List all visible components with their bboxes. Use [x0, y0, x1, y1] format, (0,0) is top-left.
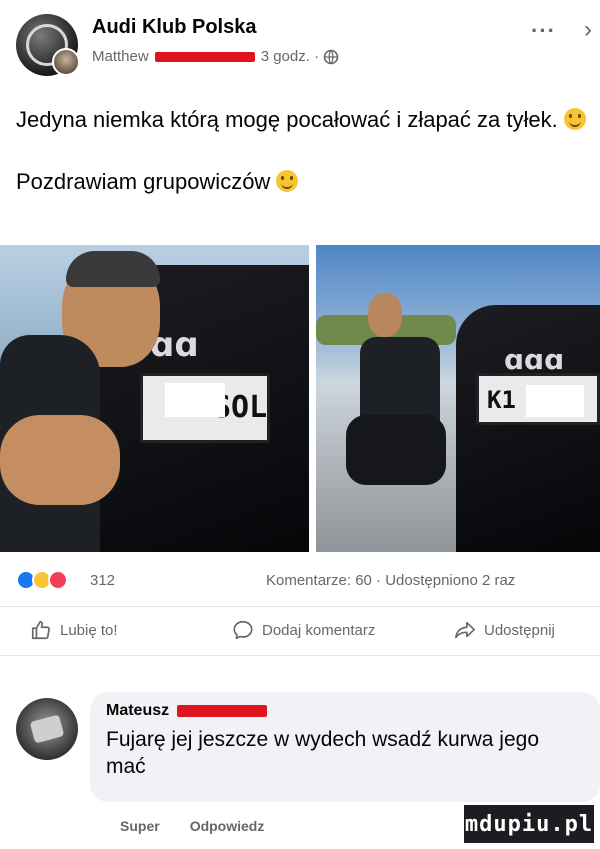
man-legs-right [346, 415, 446, 485]
more-options-button[interactable]: ··· [531, 18, 556, 44]
comment-links: Super Odpowiedz [120, 818, 264, 834]
commenter-redaction [177, 705, 268, 717]
grinning-emoji-icon [276, 170, 299, 192]
comment-icon [233, 620, 253, 640]
post-text-line1: Jedyna niemka którą mogę pocałować i zła… [16, 104, 586, 136]
post-text-line2: Pozdrawiam grupowiczów [16, 166, 586, 198]
reaction-count[interactable]: 312 [90, 572, 115, 589]
reply-link[interactable]: Odpowiedz [190, 818, 265, 834]
comment-text: Fujarę jej jeszcze w wydech wsadź kurwa … [106, 728, 540, 778]
post-header: Audi Klub Polska Matthew 3 godz. · ··· › [16, 12, 592, 76]
man-body-right [360, 337, 440, 427]
reaction-icons[interactable] [16, 570, 68, 590]
author-redaction [154, 51, 255, 62]
laughing-emoji-icon [563, 108, 586, 130]
like-button[interactable]: Lubię to! [30, 619, 118, 641]
man-arm-left [0, 415, 120, 505]
comments-shares-count[interactable]: Komentarze: 60 · Udostępniono 2 raz [266, 572, 515, 589]
reaction-stats: 312 Komentarze: 60 · Udostępniono 2 raz [16, 562, 600, 598]
plate-redaction-left [165, 383, 225, 417]
post-photo-right[interactable]: ɑɑɑ K1 [316, 245, 600, 552]
love-reaction-icon [48, 570, 68, 590]
man-head-right [368, 293, 402, 337]
commenter-name[interactable]: Mateusz [106, 702, 584, 720]
comment-button[interactable]: Dodaj komentarz [232, 619, 375, 641]
comment-bubble: Mateusz Fujarę jej jeszcze w wydech wsad… [90, 692, 600, 802]
audi-logo-right: ɑɑɑ [504, 343, 565, 376]
share-button[interactable]: Udostępnij [454, 619, 555, 641]
post-time[interactable]: 3 godz. · [261, 48, 319, 65]
close-button[interactable]: › [584, 16, 592, 44]
action-bar: Lubię to! Dodaj komentarz Udostępnij [0, 606, 600, 656]
author-name[interactable]: Matthew [92, 48, 149, 65]
thumbs-up-icon [31, 620, 50, 640]
post-photo-left[interactable]: ɑɑ SOL [0, 245, 309, 552]
watermark: mdupiu.pl [464, 805, 594, 843]
man-hair-left [66, 251, 160, 287]
author-avatar[interactable] [52, 48, 80, 76]
commenter-avatar[interactable] [16, 698, 78, 760]
plate-redaction-right [526, 385, 584, 417]
share-icon [455, 621, 475, 639]
post-meta: Matthew 3 godz. · [92, 48, 339, 65]
post-text: Jedyna niemka którą mogę pocałować i zła… [16, 104, 586, 198]
super-link[interactable]: Super [120, 818, 160, 834]
group-name[interactable]: Audi Klub Polska [92, 16, 256, 39]
globe-icon [323, 49, 339, 64]
